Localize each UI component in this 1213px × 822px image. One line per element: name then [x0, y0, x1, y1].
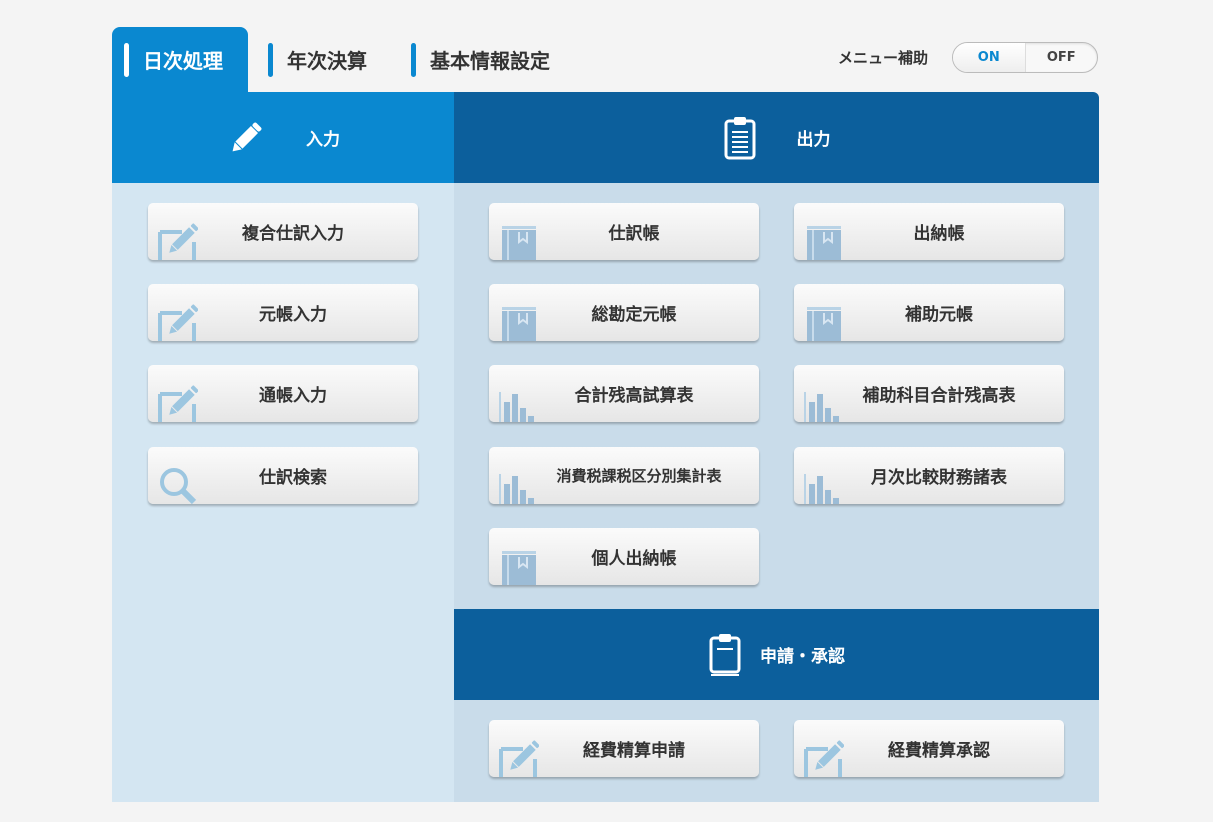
toggle-off[interactable]: OFF — [1024, 43, 1098, 72]
tab-daily[interactable]: 日次処理 — [112, 27, 248, 92]
input-header: 入力 — [112, 92, 454, 183]
toggle-on[interactable]: ON — [953, 43, 1025, 72]
input-title: 入力 — [306, 130, 340, 150]
edit-icon — [804, 740, 844, 777]
input-button[interactable]: 通帳入力 — [148, 365, 418, 422]
bar-chart-icon — [499, 474, 534, 504]
output-button[interactable]: 補助元帳 — [794, 284, 1064, 341]
button-label: 補助科目合計残高表 — [862, 386, 1016, 406]
button-label: 月次比較財務諸表 — [871, 468, 1007, 488]
pencil-icon — [232, 122, 262, 151]
button-label: 消費税課税区分別集計表 — [556, 467, 722, 485]
bar-chart-icon — [804, 392, 839, 422]
button-label: 経費精算承認 — [888, 741, 990, 761]
tab-marker — [268, 42, 273, 77]
output-button[interactable]: 仕訳帳 — [489, 203, 759, 260]
book-icon — [502, 226, 536, 260]
output-header: 出力 — [454, 92, 1099, 183]
button-label: 総勘定元帳 — [591, 305, 677, 325]
approval-header: 申請・承認 — [454, 609, 1099, 700]
button-label: 出納帳 — [913, 224, 965, 244]
approval-title: 申請・承認 — [760, 647, 845, 667]
tab-marker — [124, 42, 129, 77]
book-icon — [807, 226, 841, 260]
output-title: 出力 — [796, 130, 831, 150]
edit-icon — [499, 740, 539, 777]
output-button[interactable]: 補助科目合計残高表 — [794, 365, 1064, 422]
tab-annual[interactable]: 年次決算 — [268, 27, 367, 92]
tab-label: 年次決算 — [287, 49, 367, 73]
tab-label: 基本情報設定 — [430, 49, 550, 73]
edit-icon — [158, 223, 198, 260]
output-button[interactable]: 総勘定元帳 — [489, 284, 759, 341]
tab-label: 日次処理 — [143, 49, 223, 73]
output-button[interactable]: 消費税課税区分別集計表 — [489, 447, 759, 504]
output-button[interactable]: 月次比較財務諸表 — [794, 447, 1064, 504]
approval-button[interactable]: 経費精算承認 — [794, 720, 1064, 777]
button-label: 複合仕訳入力 — [242, 224, 344, 244]
button-label: 個人出納帳 — [591, 549, 677, 569]
approval-button[interactable]: 経費精算申請 — [489, 720, 759, 777]
menu-assist-toggle[interactable]: ON OFF — [952, 42, 1098, 73]
edit-icon — [158, 304, 198, 341]
clipboard-icon — [724, 116, 755, 159]
tab-marker — [411, 42, 416, 77]
output-button[interactable]: 出納帳 — [794, 203, 1064, 260]
clipboard-icon — [709, 633, 741, 676]
button-label: 経費精算申請 — [583, 741, 685, 761]
button-label: 補助元帳 — [905, 305, 973, 325]
bar-chart-icon — [804, 474, 839, 504]
button-label: 元帳入力 — [259, 305, 327, 325]
book-icon — [807, 307, 841, 341]
output-button[interactable]: 合計残高試算表 — [489, 365, 759, 422]
edit-icon — [158, 385, 198, 422]
menu-assist-label: メニュー補助 — [838, 49, 929, 67]
tab-basic-settings[interactable]: 基本情報設定 — [411, 27, 550, 92]
input-button[interactable]: 仕訳検索 — [148, 447, 418, 504]
search-icon — [160, 468, 197, 504]
book-icon — [502, 551, 536, 585]
input-button[interactable]: 複合仕訳入力 — [148, 203, 418, 260]
button-label: 仕訳検索 — [259, 468, 327, 488]
button-label: 通帳入力 — [259, 386, 327, 406]
button-label: 仕訳帳 — [608, 224, 660, 244]
bar-chart-icon — [499, 392, 534, 422]
book-icon — [502, 307, 536, 341]
output-button[interactable]: 個人出納帳 — [489, 528, 759, 585]
input-button[interactable]: 元帳入力 — [148, 284, 418, 341]
button-label: 合計残高試算表 — [574, 386, 694, 406]
